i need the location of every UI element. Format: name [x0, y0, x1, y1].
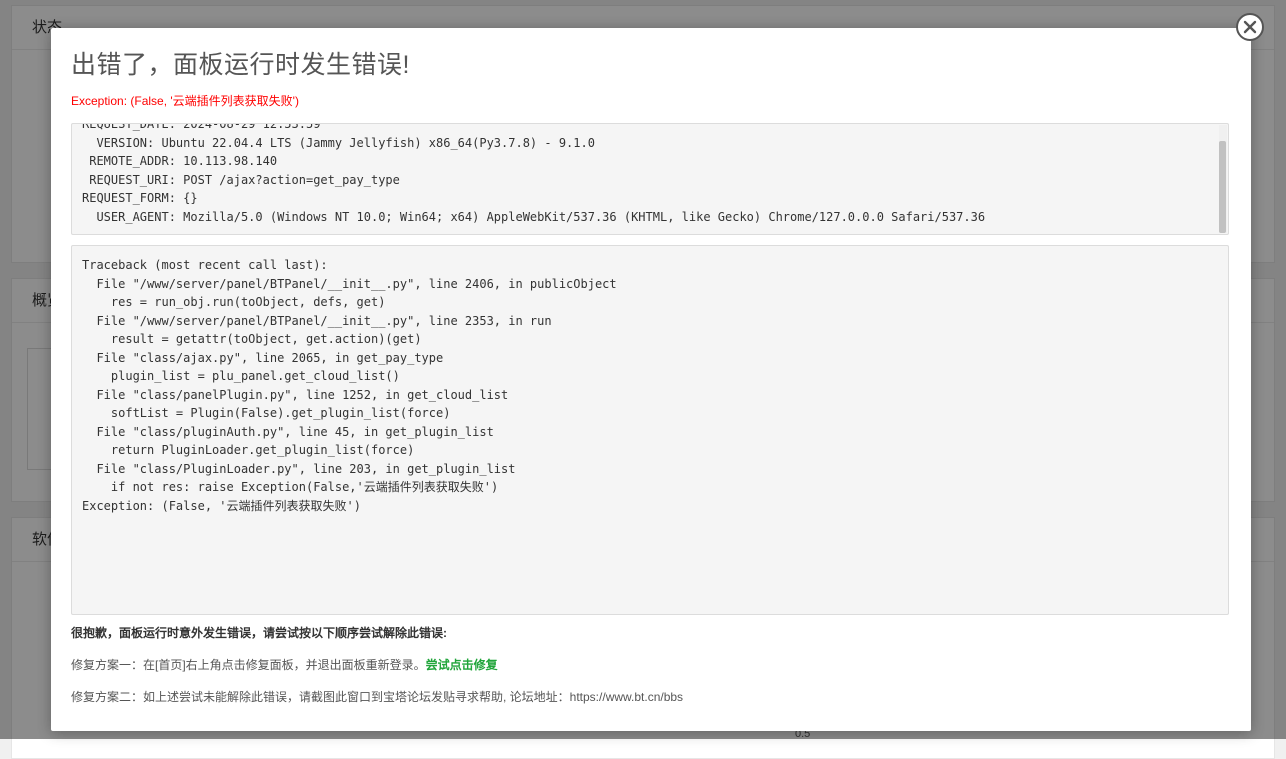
traceback-line: File "class/PluginLoader.py", line 203, …	[82, 461, 516, 476]
traceback-lines: Traceback (most recent call last): File …	[82, 256, 1218, 515]
request-info-line: REQUEST_FORM: {}	[82, 191, 198, 205]
traceback-line: res = run_obj.run(toObject, defs, get)	[82, 295, 386, 309]
traceback-line: if not res: raise Exception(False,'云端插件列…	[82, 480, 499, 494]
traceback-line: return PluginLoader.get_plugin_list(forc…	[82, 443, 415, 457]
request-info-box[interactable]: REQUEST_DATE: 2024-08-29 12:53:59 VERSIO…	[71, 123, 1229, 235]
traceback-line: File "class/panelPlugin.py", line 1252, …	[82, 387, 509, 402]
fix-option-two: 修复方案二：如上述尝试未能解除此错误，请截图此窗口到宝塔论坛发贴寻求帮助, 论坛…	[71, 690, 684, 704]
request-info-line: USER_AGENT: Mozilla/5.0 (Windows NT 10.0…	[82, 209, 986, 224]
request-info-lines: REQUEST_DATE: 2024-08-29 12:53:59 VERSIO…	[82, 123, 1208, 226]
traceback-line: File "/www/server/panel/BTPanel/__init__…	[82, 276, 617, 291]
fix-option-one-text: 修复方案一：在[首页]右上角点击修复面板，并退出面板重新登录。	[71, 658, 426, 672]
request-info-line: REQUEST_DATE: 2024-08-29 12:53:59	[82, 123, 321, 131]
traceback-line: plugin_list = plu_panel.get_cloud_list()	[82, 369, 400, 383]
close-x-glyph	[1243, 20, 1257, 34]
try-repair-link[interactable]: 尝试点击修复	[426, 658, 498, 672]
error-dialog: 出错了，面板运行时发生错误! Exception: (False, '云端插件列…	[51, 28, 1251, 731]
traceback-line: softList = Plugin(False).get_plugin_list…	[82, 406, 451, 420]
exception-message: Exception: (False, '云端插件列表获取失败')	[71, 94, 299, 108]
request-info-line: REMOTE_ADDR: 10.113.98.140	[82, 154, 278, 168]
request-info-line: REQUEST_URI: POST /ajax?action=get_pay_t…	[82, 172, 400, 187]
scrollbar-thumb[interactable]	[1219, 141, 1226, 233]
traceback-line: File "class/pluginAuth.py", line 45, in …	[82, 424, 494, 439]
traceback-line: File "/www/server/panel/BTPanel/__init__…	[82, 313, 552, 328]
traceback-line: Exception: (False, '云端插件列表获取失败')	[82, 498, 361, 513]
dialog-title: 出错了，面板运行时发生错误!	[71, 51, 410, 79]
request-info-line: VERSION: Ubuntu 22.04.4 LTS (Jammy Jelly…	[82, 135, 595, 150]
fix-option-one: 修复方案一：在[首页]右上角点击修复面板，并退出面板重新登录。尝试点击修复	[71, 656, 498, 673]
close-icon[interactable]	[1236, 13, 1264, 41]
traceback-line: File "class/ajax.py", line 2065, in get_…	[82, 350, 444, 365]
traceback-line: Traceback (most recent call last):	[82, 258, 328, 272]
sorry-message: 很抱歉，面板运行时意外发生错误，请尝试按以下顺序尝试解除此错误:	[71, 626, 447, 640]
traceback-line: result = getattr(toObject, get.action)(g…	[82, 332, 422, 346]
request-scrollbar[interactable]	[1219, 125, 1227, 233]
traceback-box[interactable]: Traceback (most recent call last): File …	[71, 245, 1229, 615]
